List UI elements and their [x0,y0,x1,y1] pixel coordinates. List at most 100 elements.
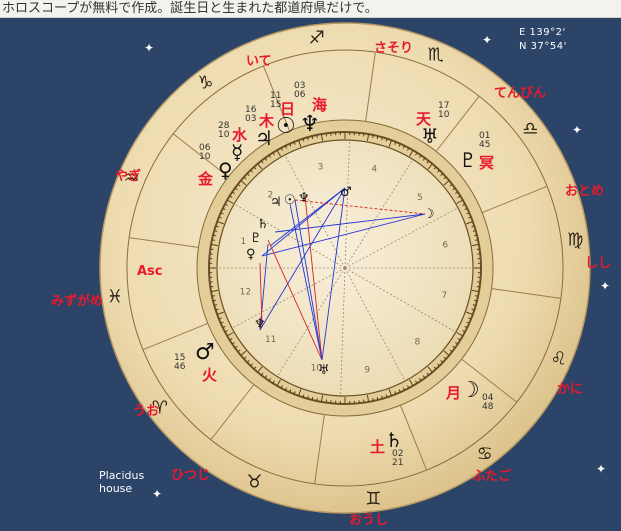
sign-label-sagittarius: いて [246,54,272,69]
sign-label-gemini: ふたご [472,469,512,484]
page-banner: ホロスコープが無料で作成。誕生日と生まれた都道府県だけで。 [0,0,621,18]
planet-name-saturn: 土 [370,438,386,456]
neptune-min: 06 [294,90,306,100]
house-number: 6 [442,241,448,251]
uranus-min: 10 [438,110,450,120]
svg-text:✦: ✦ [482,33,492,47]
mars-min: 46 [174,362,186,372]
inner-neptune2-glyph: ♆ [254,317,266,332]
inner-sun-glyph: ☉ [284,193,296,208]
uranus-degree: 17 10 [438,102,449,120]
planet-name-venus: 金 [198,170,214,188]
sign-label-capricorn: やぎ [115,169,142,184]
degree-tick [316,397,318,402]
mercury-degree: 28 10 [218,122,229,140]
sun-degree: 11 15 [270,92,281,110]
sign-label-cancer: かに [557,382,584,397]
sign-glyph-scorpio: ♏ [428,44,444,65]
sun-min: 15 [270,100,282,110]
degree-tick [212,234,217,237]
longitude-label: E 139°2' [519,27,566,38]
house-system-line1: Placidus [99,469,145,482]
inner-jupiter-glyph: ♃ [270,195,282,210]
svg-text:✦: ✦ [152,487,162,501]
inner-saturn-glyph: ♄ [257,217,269,232]
degree-tick [211,295,216,297]
inner-moon-glyph: ☽ [423,207,435,222]
degree-tick [474,295,479,297]
house-number: 11 [265,335,276,345]
degree-tick [376,396,379,401]
jupiter-icon: ♃ [255,126,273,150]
sign-label-aries: ひつじ [171,468,211,483]
mercury-icon: ☿ [231,140,244,164]
inner-venus-glyph: ♀ [246,247,256,262]
uranus-icon: ♅ [421,124,439,148]
saturn-degree: 02 21 [392,450,403,468]
house-number: 9 [364,365,370,375]
inner-mars-glyph: ♂ [340,185,352,200]
house-system-line2: house [99,482,133,495]
mercury-min: 10 [218,130,230,140]
venus-degree: 06 10 [199,144,210,162]
pluto-degree: 01 45 [479,132,490,150]
planet-name-pluto: 冥 [479,154,495,172]
neptune-degree: 03 06 [294,82,305,100]
degree-tick [372,397,374,402]
moon-min: 48 [482,402,494,412]
sign-label-libra: てんびん [494,86,547,101]
sign-glyph-gemini: ♊ [365,488,381,509]
svg-text:✦: ✦ [572,123,582,137]
mars-icon: ♂ [195,340,215,365]
degree-tick [372,134,374,139]
svg-text:✦: ✦ [144,41,154,55]
sign-glyph-pisces: ♓ [107,286,123,307]
house-number: 8 [415,338,421,348]
sign-glyph-virgo: ♍ [567,230,583,251]
jupiter-degree: 16 03 [245,106,256,124]
degree-tick [311,396,314,401]
saturn-min: 21 [392,458,404,468]
degree-tick [473,299,478,302]
sign-label-scorpio: さそり [374,41,414,56]
pluto-icon: ♇ [459,148,477,172]
house-number: 4 [371,165,377,175]
house-number: 7 [441,291,447,301]
moon-degree: 04 48 [482,394,493,412]
sun-icon: ☉ [276,114,296,139]
degree-tick [376,135,379,140]
sign-glyph-libra: ♎ [522,118,538,139]
mars-degree: 15 46 [174,354,185,372]
venus-min: 10 [199,152,211,162]
house-number: 3 [318,163,324,173]
inner-uranus-glyph: ♅ [318,363,330,378]
planet-name-mars: 火 [202,366,218,384]
house-system-label: Placidus house [99,469,144,495]
venus-icon: ♀ [218,158,233,182]
sign-label-aquarius: みずがめ [51,294,104,309]
sign-label-virgo: おとめ [565,184,605,199]
planet-name-moon: 月 [446,384,462,402]
asc-label: Asc [137,264,163,279]
pluto-min: 45 [479,140,491,150]
inner-pluto-glyph: ♇ [250,231,262,246]
sign-glyph-capricorn: ♑ [197,73,213,94]
degree-tick [211,239,216,241]
latitude-label: N 37°54' [519,41,567,52]
degree-tick [474,239,479,241]
sign-glyph-leo: ♌ [551,349,567,370]
sign-label-pisces: うお [133,404,160,419]
neptune-icon: ♆ [300,112,320,137]
moon-icon: ☽ [460,378,480,403]
svg-text:✦: ✦ [600,279,610,293]
house-number: 5 [417,193,423,203]
horoscope-app: ホロスコープが無料で作成。誕生日と生まれた都道府県だけで。 ✦ ✦ ✦ ✦ ✦ … [0,0,621,531]
house-number: 12 [240,287,251,297]
sign-label-leo: しし [585,256,612,271]
horoscope-chart: ✦ ✦ ✦ ✦ ✦ ✦ ✦ 12345678910 [0,18,621,531]
degree-tick [473,234,478,237]
sign-glyph-taurus: ♉ [246,472,262,493]
degree-tick [212,299,217,302]
inner-neptune-glyph: ♆ [298,191,310,206]
house-number: 1 [241,237,247,247]
